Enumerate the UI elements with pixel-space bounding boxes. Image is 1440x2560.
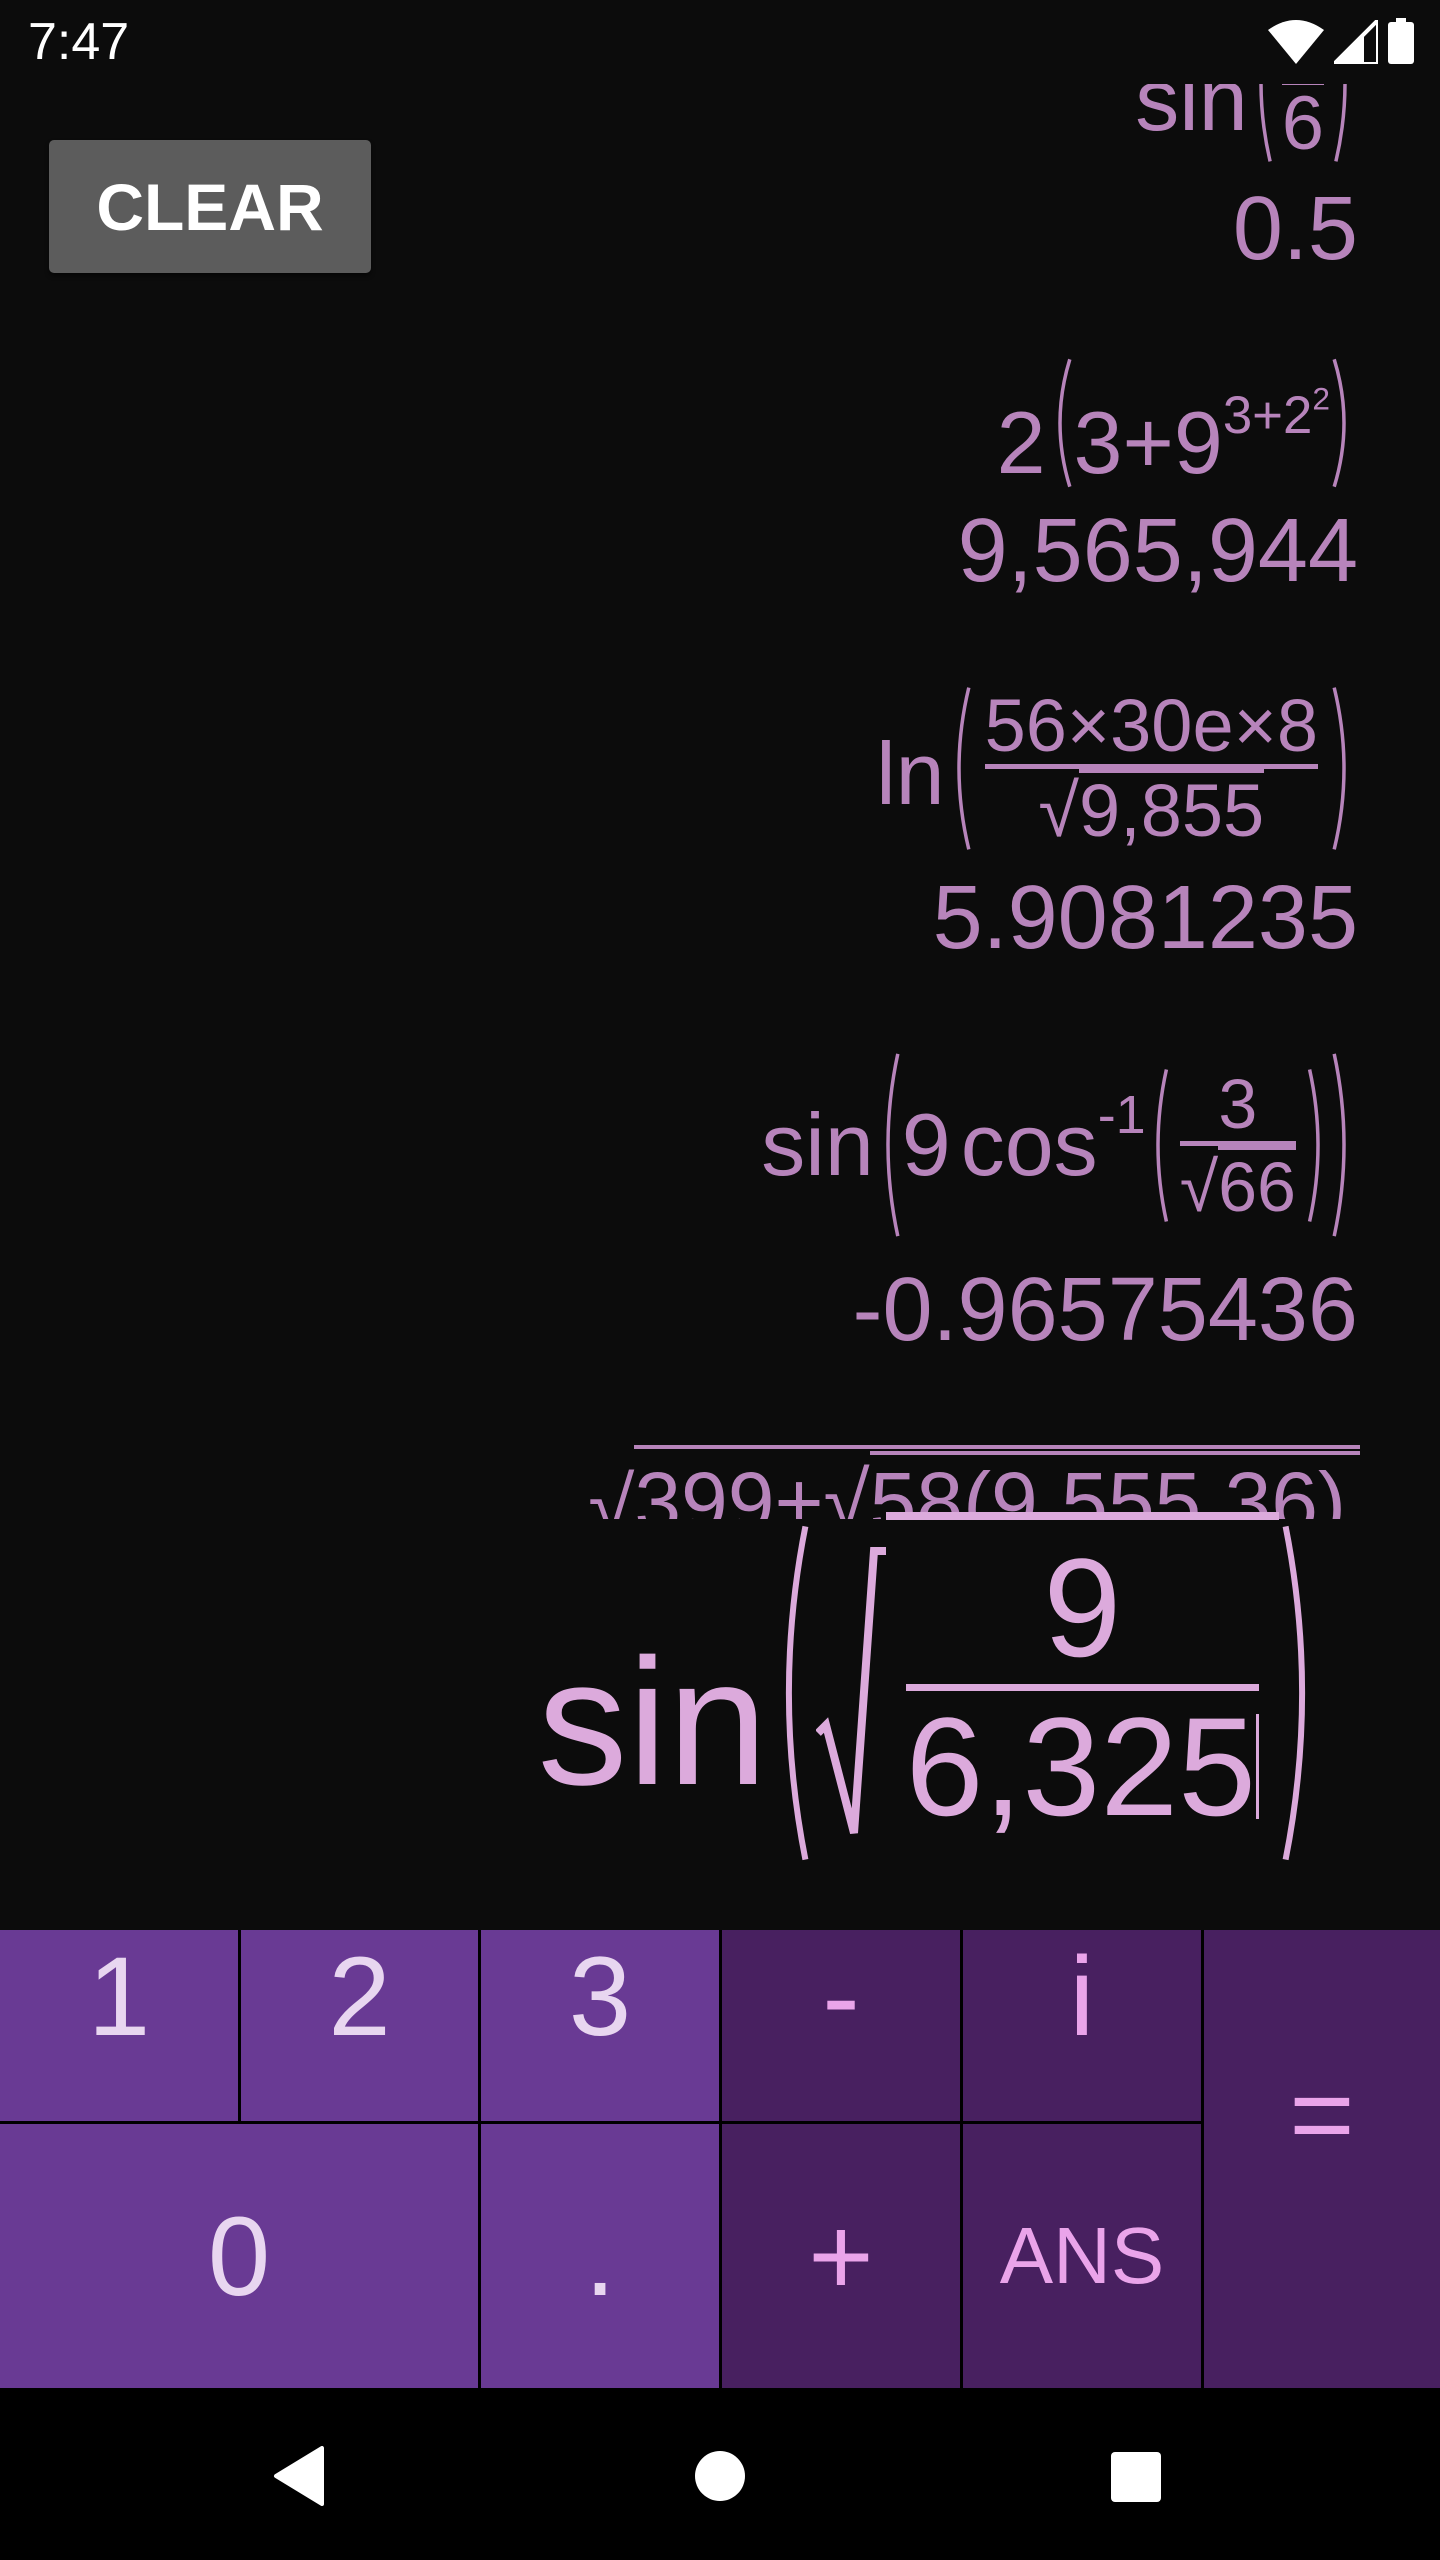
history-expression[interactable]: 2 3+93+22 bbox=[997, 355, 1358, 492]
exponent: 3+2 bbox=[1222, 385, 1313, 445]
key-minus[interactable]: - bbox=[722, 1930, 960, 2121]
left-paren bbox=[945, 686, 973, 851]
key-ans[interactable]: ANS bbox=[963, 2124, 1201, 2388]
coefficient: 9 bbox=[901, 1095, 951, 1194]
left-paren bbox=[874, 1052, 902, 1238]
key-i[interactable]: i bbox=[963, 1930, 1201, 2121]
denominator: 6 bbox=[1281, 84, 1324, 166]
right-paren bbox=[1332, 84, 1358, 163]
right-paren bbox=[1330, 686, 1358, 851]
function-name: sin bbox=[1135, 84, 1248, 149]
exponent-power: 2 bbox=[1312, 380, 1330, 417]
power-base: 9 bbox=[1173, 392, 1223, 492]
left-paren bbox=[1146, 1068, 1170, 1223]
sqrt-icon: √ bbox=[1179, 1147, 1219, 1226]
navigation-bar bbox=[0, 2388, 1440, 2560]
left-paren bbox=[1248, 84, 1274, 163]
status-bar: 7:47 bbox=[0, 0, 1440, 84]
radicand: 399+ bbox=[634, 1455, 824, 1519]
numerator: 3 bbox=[1218, 1064, 1258, 1143]
inner-radicand: 58(9,555.36) bbox=[869, 1451, 1360, 1519]
term: 3+ bbox=[1073, 392, 1174, 492]
key-1[interactable]: 1 bbox=[0, 1930, 238, 2121]
key-0[interactable]: 0 bbox=[0, 2124, 478, 2388]
recents-icon[interactable] bbox=[1110, 2451, 1162, 2503]
history-result[interactable]: 5.9081235 bbox=[933, 873, 1358, 963]
history-expression[interactable]: sin 6 bbox=[1135, 84, 1358, 163]
coefficient: 2 bbox=[996, 392, 1046, 492]
history-result[interactable]: -0.96575436 bbox=[853, 1265, 1358, 1355]
sqrt-icon: √ bbox=[1038, 768, 1080, 852]
sqrt-icon bbox=[815, 1546, 886, 1834]
history-expression[interactable]: ln 56×30e×8 √ 9,855 bbox=[876, 684, 1358, 852]
wifi-icon bbox=[1268, 20, 1324, 64]
key-equals[interactable]: = bbox=[1204, 1930, 1440, 2388]
left-paren bbox=[768, 1523, 812, 1863]
expression-input[interactable]: sin 9 6,325 bbox=[0, 1512, 1440, 1865]
key-3[interactable]: 3 bbox=[481, 1930, 719, 2121]
text-cursor bbox=[1256, 1714, 1259, 1819]
history-expression[interactable]: √ 399+√58(9,555.36) bbox=[588, 1445, 1360, 1519]
key-2[interactable]: 2 bbox=[241, 1930, 478, 2121]
right-paren bbox=[1330, 358, 1358, 488]
function-name: sin bbox=[761, 1095, 874, 1194]
right-paren bbox=[1306, 1068, 1330, 1223]
left-paren bbox=[1046, 358, 1074, 488]
function-name: ln bbox=[876, 724, 945, 823]
signal-icon bbox=[1334, 20, 1378, 64]
history-result[interactable]: 0.5 bbox=[1233, 184, 1358, 274]
clock: 7:47 bbox=[28, 13, 130, 71]
keypad: 1 2 3 - i = 0 . + ANS bbox=[0, 1930, 1440, 2388]
back-icon[interactable] bbox=[272, 2446, 328, 2506]
function-name: sin bbox=[537, 1621, 768, 1823]
radicand: 66 bbox=[1218, 1145, 1296, 1226]
battery-icon bbox=[1388, 18, 1414, 64]
function-name: cos bbox=[960, 1095, 1098, 1194]
key-decimal[interactable]: . bbox=[481, 2124, 719, 2388]
history-result[interactable]: 9,565,944 bbox=[958, 506, 1358, 596]
key-plus[interactable]: + bbox=[722, 2124, 960, 2388]
numerator: 9 bbox=[1043, 1529, 1122, 1686]
radicand: 9,855 bbox=[1079, 768, 1265, 852]
sqrt-icon: √ bbox=[823, 1455, 870, 1519]
numerator: 56×30e×8 bbox=[984, 683, 1318, 767]
home-icon[interactable] bbox=[694, 2450, 746, 2502]
history-list: sin 6 0.5 2 3+93+22 9,565,944 ln 56×30e×… bbox=[0, 84, 1440, 1519]
denominator: 6,325 bbox=[905, 1688, 1256, 1845]
sqrt-icon: √ bbox=[588, 1460, 635, 1519]
right-paren bbox=[1330, 1052, 1358, 1238]
history-expression[interactable]: sin 9 cos -1 3 √ 66 bbox=[761, 1050, 1358, 1240]
right-paren bbox=[1279, 1523, 1323, 1863]
